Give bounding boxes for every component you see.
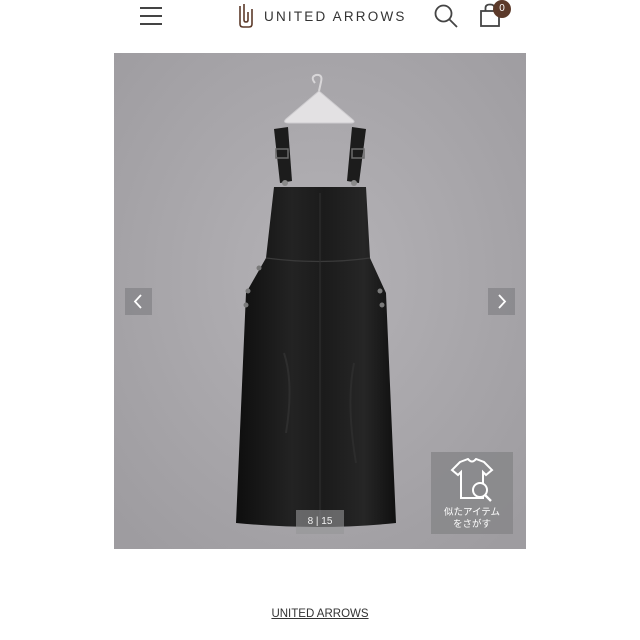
image-counter: 8 | 15 xyxy=(296,510,344,534)
next-image-button[interactable] xyxy=(488,288,515,315)
brand-name: UNITED ARROWS xyxy=(264,8,407,24)
tshirt-search-icon xyxy=(450,458,494,502)
brand-link[interactable]: UNITED ARROWS xyxy=(0,608,640,620)
hamburger-menu-icon[interactable] xyxy=(138,4,164,28)
brand-logo-icon xyxy=(239,4,253,28)
product-image-gallery[interactable]: 8 | 15 似たアイテム をさがす xyxy=(114,53,526,549)
chevron-right-icon xyxy=(498,294,507,309)
find-similar-items-button[interactable]: 似たアイテム をさがす xyxy=(431,452,513,534)
search-icon[interactable] xyxy=(433,3,459,29)
previous-image-button[interactable] xyxy=(125,288,152,315)
site-header: UNITED ARROWS 0 xyxy=(0,0,640,38)
cart-count-badge: 0 xyxy=(493,0,511,18)
find-similar-label: 似たアイテム をさがす xyxy=(443,507,501,530)
brand-logo[interactable]: UNITED ARROWS xyxy=(237,2,407,30)
chevron-left-icon xyxy=(133,294,142,309)
